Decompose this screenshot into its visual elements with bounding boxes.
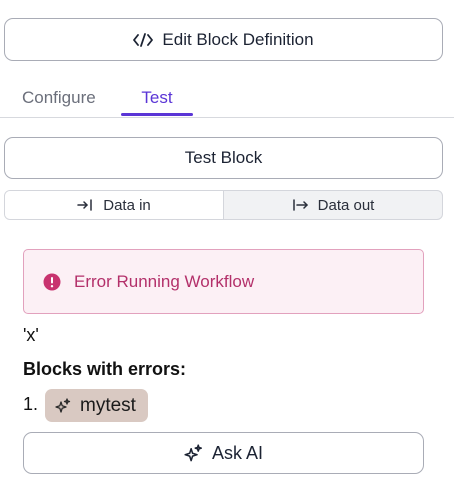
- error-title: Error Running Workflow: [74, 271, 255, 291]
- error-alert: Error Running Workflow: [23, 249, 424, 314]
- error-block-name: mytest: [80, 394, 136, 416]
- tab-divider: [0, 117, 454, 118]
- data-toggle: Data in Data out: [4, 190, 443, 220]
- code-icon: [133, 32, 154, 48]
- blocks-with-errors-heading: Blocks with errors:: [23, 359, 187, 379]
- data-out-toggle[interactable]: Data out: [224, 191, 442, 219]
- data-in-toggle[interactable]: Data in: [5, 191, 224, 219]
- tab-bar: Configure Test: [0, 84, 454, 118]
- block-panel: Edit Block Definition Configure Test Tes…: [0, 0, 454, 500]
- arrow-to-bar-right-icon: [77, 199, 93, 211]
- error-message: 'x': [23, 325, 39, 345]
- edit-block-definition-button[interactable]: Edit Block Definition: [4, 18, 443, 61]
- data-out-label: Data out: [317, 196, 375, 214]
- list-item-number: 1.: [23, 394, 39, 414]
- tab-configure[interactable]: Configure: [22, 84, 96, 114]
- error-block-chip[interactable]: mytest: [45, 389, 148, 422]
- ask-ai-label: Ask AI: [211, 442, 264, 463]
- sparkles-icon: [55, 397, 71, 414]
- data-in-label: Data in: [103, 196, 151, 214]
- tab-test[interactable]: Test: [121, 84, 193, 114]
- bar-arrow-right-icon: [292, 199, 308, 211]
- test-block-button[interactable]: Test Block: [4, 137, 443, 179]
- active-tab-indicator: [121, 113, 193, 116]
- test-block-label: Test Block: [184, 148, 263, 167]
- ask-ai-button[interactable]: Ask AI: [23, 432, 424, 474]
- alert-circle-icon: [43, 273, 61, 291]
- edit-block-definition-label: Edit Block Definition: [162, 29, 314, 49]
- sparkles-icon: [184, 443, 203, 463]
